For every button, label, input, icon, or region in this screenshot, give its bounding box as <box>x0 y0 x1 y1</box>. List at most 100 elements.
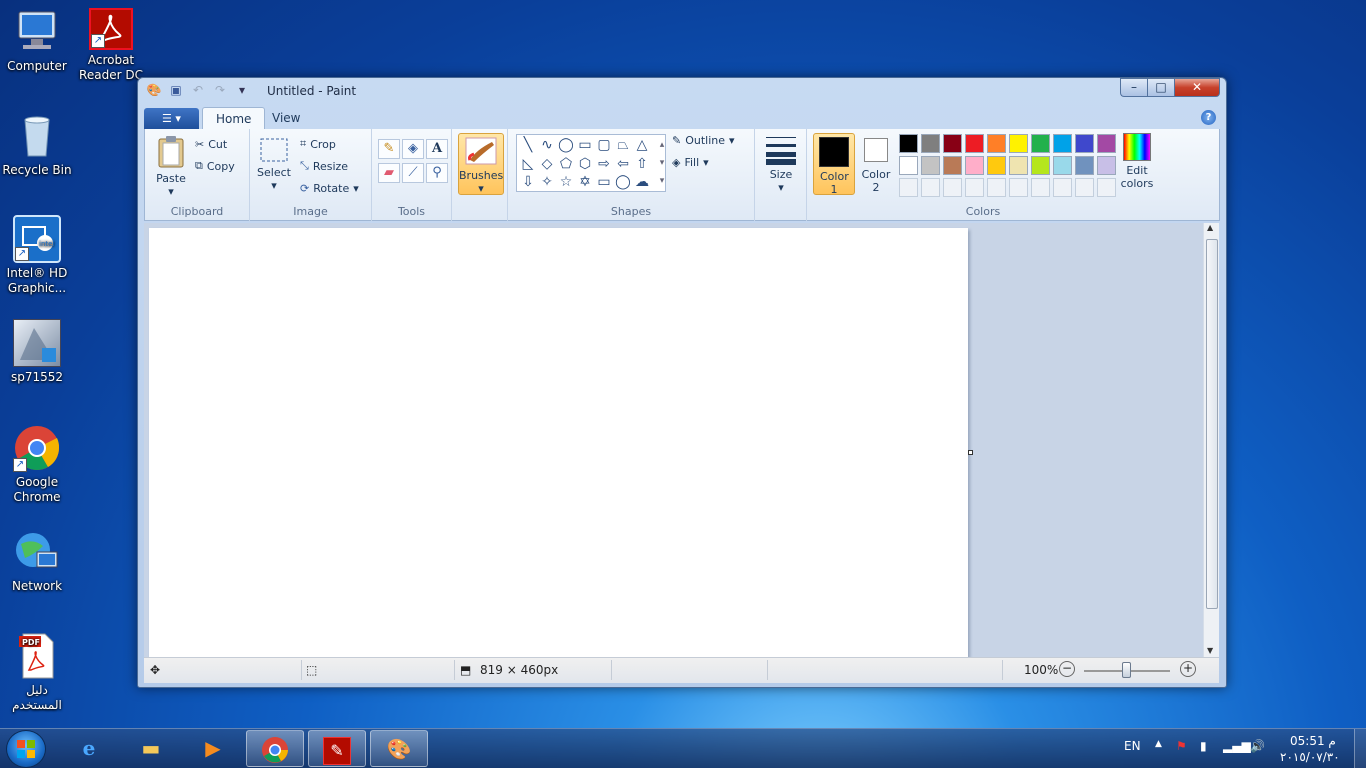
select-button[interactable]: Select ▾ <box>256 137 292 192</box>
undo-icon[interactable]: ↶ <box>190 82 206 98</box>
text-icon[interactable]: A <box>426 139 448 159</box>
minimize-button[interactable]: – <box>1120 78 1147 97</box>
oval-callout-shape-icon[interactable]: ◯ <box>614 173 632 191</box>
right-arrow-shape-icon[interactable]: ⇨ <box>595 155 613 173</box>
volume-icon[interactable]: 🔊 <box>1250 739 1265 753</box>
paint-app-icon[interactable]: 🎨 <box>146 82 162 98</box>
magnifier-icon[interactable]: ⚲ <box>426 163 448 183</box>
desktop-icon-acrobat[interactable]: ↗ Acrobat Reader DC <box>75 8 147 83</box>
clock-time[interactable]: 05:51 م <box>1290 734 1336 748</box>
scroll-thumb[interactable] <box>1206 239 1218 609</box>
color-picker-icon[interactable]: ⟋ <box>402 163 424 183</box>
crop-button[interactable]: ⌗ Crop <box>300 135 336 153</box>
vertical-scrollbar[interactable]: ▲ ▼ <box>1203 223 1219 657</box>
custom-color-slot[interactable] <box>1097 178 1116 197</box>
save-icon[interactable]: ▣ <box>168 82 184 98</box>
show-desktop-button[interactable] <box>1354 729 1366 768</box>
palette-swatch[interactable] <box>899 156 918 175</box>
palette-swatch[interactable] <box>987 156 1006 175</box>
scroll-up-arrow[interactable]: ▲ <box>1207 223 1213 232</box>
palette-swatch[interactable] <box>1075 156 1094 175</box>
desktop-icon-sp71552[interactable]: sp71552 <box>1 319 73 385</box>
palette-swatch[interactable] <box>1031 134 1050 153</box>
fill-bucket-icon[interactable]: ◈ <box>402 139 424 159</box>
rect-callout-shape-icon[interactable]: ▭ <box>595 173 613 191</box>
action-center-icon[interactable]: ⚑ <box>1176 739 1187 753</box>
six-point-star-shape-icon[interactable]: ✡ <box>576 173 594 191</box>
zoom-in-button[interactable]: + <box>1180 661 1196 677</box>
palette-swatch[interactable] <box>1053 156 1072 175</box>
palette-swatch[interactable] <box>1009 134 1028 153</box>
size-button[interactable]: Size ▾ <box>761 135 801 194</box>
taskbar-media-player[interactable]: ▶ <box>184 730 242 767</box>
pencil-icon[interactable]: ✎ <box>378 139 400 159</box>
desktop-icon-intel[interactable]: intel ↗ Intel® HD Graphic... <box>1 215 73 296</box>
custom-color-slot[interactable] <box>1053 178 1072 197</box>
taskbar-chrome[interactable] <box>246 730 304 767</box>
rounded-rectangle-shape-icon[interactable]: ▢ <box>595 136 613 154</box>
palette-swatch[interactable] <box>965 156 984 175</box>
polygon-shape-icon[interactable]: ⏢ <box>614 136 632 154</box>
custom-color-slot[interactable] <box>943 178 962 197</box>
palette-swatch[interactable] <box>899 134 918 153</box>
close-button[interactable]: ✕ <box>1174 78 1220 97</box>
scroll-down-arrow[interactable]: ▼ <box>1207 646 1213 655</box>
line-shape-icon[interactable]: ╲ <box>519 136 537 154</box>
palette-swatch[interactable] <box>1097 156 1116 175</box>
palette-swatch[interactable] <box>1075 134 1094 153</box>
rectangle-shape-icon[interactable]: ▭ <box>576 136 594 154</box>
pentagon-shape-icon[interactable]: ⬠ <box>557 155 575 173</box>
custom-color-slot[interactable] <box>1009 178 1028 197</box>
palette-swatch[interactable] <box>921 156 940 175</box>
desktop-icon-computer[interactable]: Computer <box>1 8 73 74</box>
down-arrow-shape-icon[interactable]: ⇩ <box>519 173 537 191</box>
triangle-shape-icon[interactable]: △ <box>633 136 651 154</box>
paint-menu-button[interactable]: ☰ ▾ <box>144 108 199 129</box>
network-signal-icon[interactable]: ▂▄▆ <box>1223 739 1251 753</box>
copy-button[interactable]: ⧉ Copy <box>195 157 235 175</box>
palette-swatch[interactable] <box>1097 134 1116 153</box>
diamond-shape-icon[interactable]: ◇ <box>538 155 556 173</box>
title-bar[interactable]: 🎨 ▣ ↶ ↷ ▾ Untitled - Paint – □ ✕ <box>138 78 1226 104</box>
drawing-canvas[interactable] <box>149 228 968 657</box>
clock-date[interactable]: ٢٠١٥/٠٧/٣٠ <box>1280 750 1340 764</box>
brushes-button[interactable]: Brushes ▾ <box>458 133 504 195</box>
show-hidden-icons[interactable]: ▲ <box>1155 739 1162 749</box>
maximize-button[interactable]: □ <box>1147 78 1174 97</box>
curve-shape-icon[interactable]: ∿ <box>538 136 556 154</box>
custom-color-slot[interactable] <box>987 178 1006 197</box>
five-point-star-shape-icon[interactable]: ☆ <box>557 173 575 191</box>
fill-button[interactable]: ◈ Fill ▾ <box>672 153 709 171</box>
palette-swatch[interactable] <box>965 134 984 153</box>
taskbar-paint[interactable]: 🎨 <box>370 730 428 767</box>
zoom-slider-thumb[interactable] <box>1122 662 1131 678</box>
eraser-icon[interactable]: ▰ <box>378 163 400 183</box>
custom-color-slot[interactable] <box>1031 178 1050 197</box>
gallery-scroll-icon[interactable]: ▴ ▾ ▾ <box>653 136 671 190</box>
color1-button[interactable]: Color 1 <box>813 133 855 196</box>
cut-button[interactable]: ✂ Cut <box>195 135 227 153</box>
custom-color-slot[interactable] <box>921 178 940 197</box>
zoom-out-button[interactable]: − <box>1059 661 1075 677</box>
resize-handle[interactable] <box>968 450 973 455</box>
palette-swatch[interactable] <box>921 134 940 153</box>
right-triangle-shape-icon[interactable]: ◺ <box>519 155 537 173</box>
outline-button[interactable]: ✎ Outline ▾ <box>672 131 735 149</box>
custom-color-slot[interactable] <box>899 178 918 197</box>
palette-swatch[interactable] <box>987 134 1006 153</box>
palette-swatch[interactable] <box>943 134 962 153</box>
edit-colors-button[interactable]: Edit colors <box>1117 133 1157 190</box>
taskbar-acrobat[interactable]: ✎ <box>308 730 366 767</box>
resize-button[interactable]: ⤡ Resize <box>300 157 348 175</box>
help-icon[interactable]: ? <box>1201 110 1216 125</box>
taskbar-internet-explorer[interactable]: e <box>60 730 118 767</box>
palette-swatch[interactable] <box>1031 156 1050 175</box>
palette-swatch[interactable] <box>1053 134 1072 153</box>
tab-home[interactable]: Home <box>202 107 266 129</box>
desktop-icon-user-guide[interactable]: PDF دليل المستخدم <box>1 632 73 713</box>
desktop-icon-chrome[interactable]: ↗ Google Chrome <box>1 424 73 505</box>
custom-color-slot[interactable] <box>1075 178 1094 197</box>
desktop-icon-recycle-bin[interactable]: Recycle Bin <box>1 112 73 178</box>
rotate-button[interactable]: ⟳ Rotate ▾ <box>300 179 359 197</box>
palette-swatch[interactable] <box>1009 156 1028 175</box>
